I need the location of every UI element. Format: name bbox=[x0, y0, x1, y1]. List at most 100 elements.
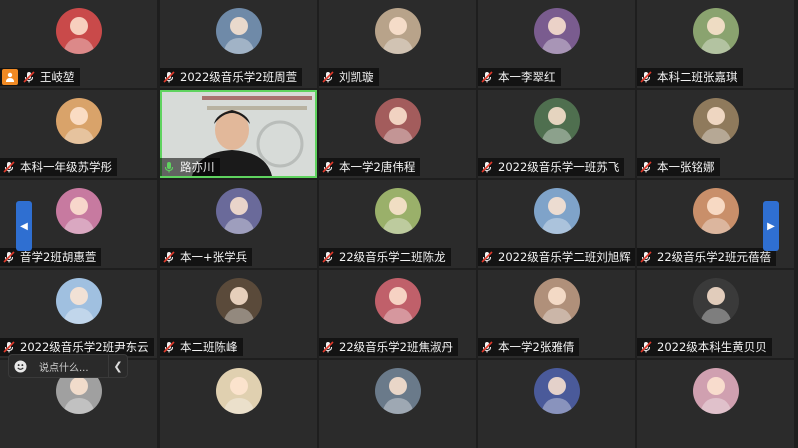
participant-nameplate: 2022级本科生黄贝贝 bbox=[637, 338, 772, 356]
participant-tile[interactable]: 本科一年级苏学彤 bbox=[0, 90, 157, 178]
participant-tile[interactable]: 本一学2唐伟程 bbox=[319, 90, 476, 178]
participant-name: 2022级音乐学二班刘旭辉 bbox=[498, 250, 631, 264]
mic-muted-icon bbox=[481, 71, 493, 83]
mic-muted-icon bbox=[481, 251, 493, 263]
participant-name: 路亦川 bbox=[180, 160, 215, 174]
participant-name: 本一+张学兵 bbox=[180, 250, 248, 264]
mic-muted-icon bbox=[481, 341, 493, 353]
avatar bbox=[533, 278, 580, 324]
participant-name: 22级音乐学二班陈龙 bbox=[339, 250, 446, 264]
participant-nameplate: 本一学2张雅倩 bbox=[478, 338, 580, 356]
mic-muted-icon bbox=[640, 71, 652, 83]
mic-active-icon bbox=[164, 162, 174, 173]
participant-tile[interactable] bbox=[319, 360, 476, 448]
participant-name: 2022级音乐学一班苏飞 bbox=[498, 160, 620, 174]
participant-nameplate: 22级音乐学2班元蓓蓓 bbox=[637, 248, 776, 266]
participant-tile[interactable]: 22级音乐学二班陈龙 bbox=[319, 180, 476, 268]
avatar bbox=[215, 8, 262, 54]
participant-nameplate: 路亦川 bbox=[160, 158, 220, 176]
participant-tile[interactable]: 本一李翠红 bbox=[478, 0, 635, 88]
participant-name: 本二班陈峰 bbox=[180, 340, 238, 354]
avatar bbox=[215, 278, 262, 324]
participant-name: 2022级音乐学2班尹东云 bbox=[20, 340, 149, 354]
mic-muted-icon bbox=[322, 251, 334, 263]
participant-nameplate: 2022级音乐学一班苏飞 bbox=[478, 158, 625, 176]
participant-tile[interactable]: 本二班陈峰 bbox=[160, 270, 317, 358]
next-page-button[interactable]: ▶ bbox=[763, 201, 779, 251]
participant-tile[interactable]: 2022级音乐学二班刘旭辉 bbox=[478, 180, 635, 268]
participant-nameplate: 本一张铭娜 bbox=[637, 158, 720, 176]
participant-name: 音学2班胡惠萱 bbox=[20, 250, 97, 264]
avatar bbox=[692, 368, 739, 414]
mic-muted-icon bbox=[322, 161, 334, 173]
participant-tile[interactable]: 刘凯璇 bbox=[319, 0, 476, 88]
avatar bbox=[215, 188, 262, 234]
avatar bbox=[533, 368, 580, 414]
avatar bbox=[692, 188, 739, 234]
participant-nameplate: 本一李翠红 bbox=[478, 68, 561, 86]
participant-nameplate: 本科一年级苏学彤 bbox=[0, 158, 117, 176]
participant-tile[interactable]: 2022级音乐学2班周萱 bbox=[160, 0, 317, 88]
avatar bbox=[55, 8, 102, 54]
mic-muted-icon bbox=[3, 161, 15, 173]
mic-muted-icon bbox=[640, 251, 652, 263]
avatar bbox=[533, 188, 580, 234]
participant-name: 本科二班张嘉琪 bbox=[657, 70, 738, 84]
participant-nameplate: 刘凯璇 bbox=[319, 68, 379, 86]
participant-tile[interactable]: 2022级音乐学一班苏飞 bbox=[478, 90, 635, 178]
participant-nameplate: 本一+张学兵 bbox=[160, 248, 253, 266]
smiley-icon[interactable] bbox=[9, 355, 31, 377]
mic-muted-icon bbox=[640, 161, 652, 173]
participant-tile[interactable]: 本科二班张嘉琪 bbox=[637, 0, 794, 88]
mic-muted-icon bbox=[163, 251, 175, 263]
participant-tile[interactable]: 2022级本科生黄贝贝 bbox=[637, 270, 794, 358]
participant-tile[interactable]: 路亦川 bbox=[160, 90, 317, 178]
participant-name: 本一李翠红 bbox=[498, 70, 556, 84]
participant-tile[interactable]: 本一学2张雅倩 bbox=[478, 270, 635, 358]
participant-name: 22级音乐学2班焦淑丹 bbox=[339, 340, 453, 354]
participant-tile[interactable] bbox=[637, 360, 794, 448]
participant-tile[interactable] bbox=[160, 360, 317, 448]
participant-name: 本一张铭娜 bbox=[657, 160, 715, 174]
participant-nameplate: 本一学2唐伟程 bbox=[319, 158, 421, 176]
participant-name: 刘凯璇 bbox=[339, 70, 374, 84]
avatar bbox=[55, 188, 102, 234]
avatar bbox=[374, 8, 421, 54]
participant-name: 2022级音乐学2班周萱 bbox=[180, 70, 298, 84]
avatar bbox=[374, 98, 421, 144]
avatar bbox=[215, 368, 262, 414]
avatar bbox=[374, 368, 421, 414]
participant-tile[interactable]: 2022级音乐学2班尹东云 bbox=[0, 270, 157, 358]
participant-tile[interactable]: 22级音乐学2班焦淑丹 bbox=[319, 270, 476, 358]
participant-nameplate: 22级音乐学二班陈龙 bbox=[319, 248, 451, 266]
chevron-right-icon: ▶ bbox=[767, 220, 775, 232]
participant-name: 22级音乐学2班元蓓蓓 bbox=[657, 250, 771, 264]
avatar bbox=[692, 8, 739, 54]
mic-muted-icon bbox=[322, 341, 334, 353]
mic-muted-icon bbox=[3, 341, 15, 353]
avatar bbox=[533, 98, 580, 144]
mic-muted-icon bbox=[163, 71, 175, 83]
participant-nameplate: 本二班陈峰 bbox=[160, 338, 243, 356]
mic-muted-icon bbox=[3, 251, 15, 263]
participant-nameplate: 2022级音乐学二班刘旭辉 bbox=[478, 248, 635, 266]
participant-tile[interactable]: 本一+张学兵 bbox=[160, 180, 317, 268]
participant-tile[interactable] bbox=[478, 360, 635, 448]
participant-tile[interactable]: 王岐堃 bbox=[0, 0, 157, 88]
mic-muted-icon bbox=[23, 71, 35, 83]
avatar bbox=[374, 278, 421, 324]
chevron-left-icon: ◀ bbox=[20, 220, 28, 232]
avatar bbox=[55, 98, 102, 144]
prev-page-button[interactable]: ◀ bbox=[16, 201, 32, 251]
participant-name: 2022级本科生黄贝贝 bbox=[657, 340, 767, 354]
chat-bar[interactable]: 说点什么... ❮ bbox=[8, 354, 128, 378]
participant-name: 本一学2唐伟程 bbox=[339, 160, 416, 174]
participant-nameplate: 22级音乐学2班焦淑丹 bbox=[319, 338, 458, 356]
mic-muted-icon bbox=[163, 341, 175, 353]
chevron-left-icon[interactable]: ❮ bbox=[108, 355, 127, 377]
participant-name: 王岐堃 bbox=[40, 70, 75, 84]
participant-tile[interactable]: 本一张铭娜 bbox=[637, 90, 794, 178]
participant-nameplate: 王岐堃 bbox=[0, 68, 80, 86]
participant-nameplate: 本科二班张嘉琪 bbox=[637, 68, 743, 86]
chat-input[interactable]: 说点什么... bbox=[31, 359, 108, 374]
